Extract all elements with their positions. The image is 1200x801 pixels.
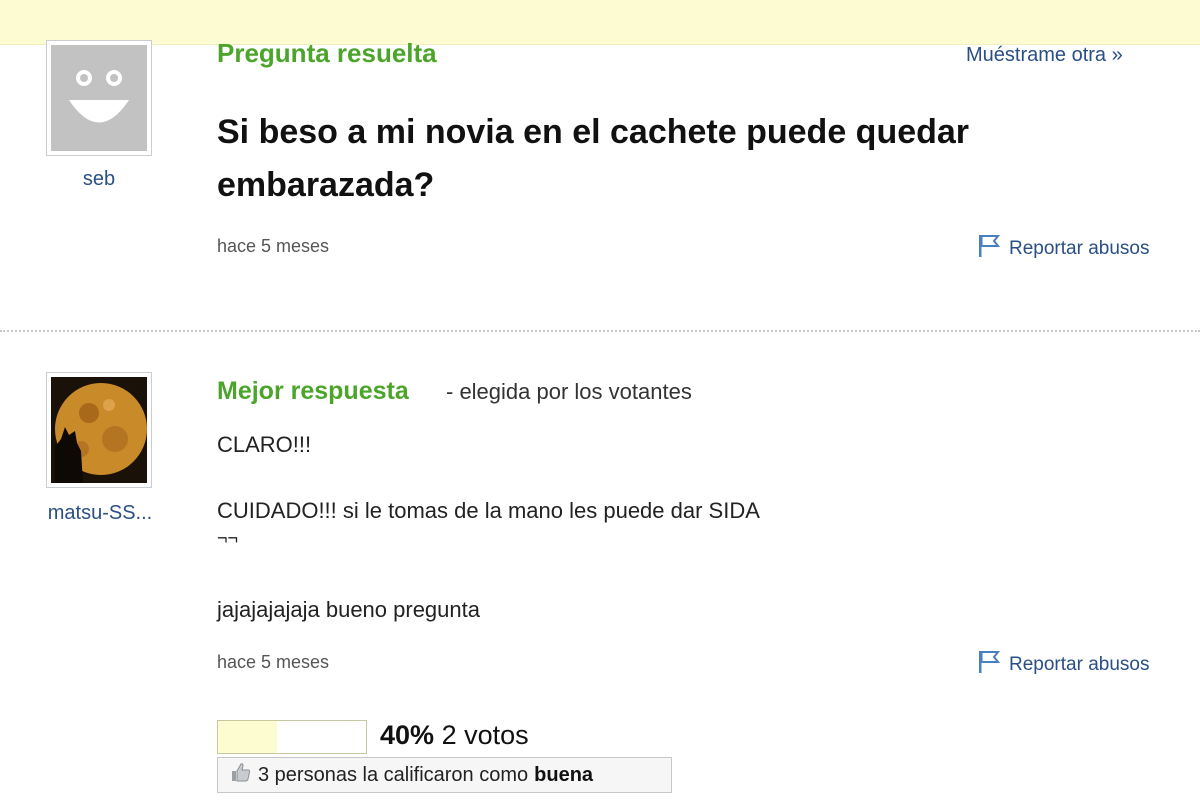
section-divider bbox=[0, 330, 1200, 332]
question-author-avatar[interactable] bbox=[46, 40, 152, 156]
question-report-link[interactable]: Reportar abusos bbox=[978, 234, 1149, 264]
rating-button[interactable]: 3 personas la calificaron como buena bbox=[217, 757, 672, 793]
top-banner bbox=[0, 0, 1200, 45]
answer-report-link[interactable]: Reportar abusos bbox=[978, 650, 1149, 680]
report-label: Reportar abusos bbox=[1009, 654, 1150, 675]
thumbs-up-icon bbox=[230, 761, 252, 789]
answer-line-4: jajajajajaja bueno pregunta bbox=[217, 597, 480, 622]
answer-line-3: ¬¬ bbox=[217, 528, 239, 548]
smiley-avatar-icon bbox=[51, 45, 147, 151]
rating-text: 3 personas la calificaron como bbox=[258, 763, 529, 786]
vote-summary: 40% 2 votos bbox=[380, 720, 529, 751]
vote-progress-bar bbox=[217, 720, 367, 754]
chosen-by-text: - elegida por los votantes bbox=[446, 379, 692, 404]
best-answer-label: Mejor respuesta bbox=[217, 377, 409, 405]
question-time: hace 5 meses bbox=[217, 236, 330, 256]
answer-author-avatar[interactable] bbox=[46, 372, 152, 488]
moon-wolf-avatar-icon bbox=[51, 377, 147, 483]
rating-word: buena bbox=[534, 763, 594, 786]
answer-author-name[interactable]: matsu-SS... bbox=[20, 502, 180, 525]
report-label: Reportar abusos bbox=[1009, 238, 1150, 259]
question-status: Pregunta resuelta bbox=[217, 38, 437, 68]
vote-count: 2 votos bbox=[441, 720, 529, 750]
answer-time: hace 5 meses bbox=[217, 652, 330, 672]
show-another-link[interactable]: Muéstrame otra » bbox=[966, 44, 1123, 67]
flag-icon bbox=[978, 650, 1001, 680]
vote-progress-fill bbox=[218, 721, 278, 753]
answer-line-1: CLARO!!! bbox=[217, 432, 312, 457]
vote-percent: 40% bbox=[380, 720, 435, 750]
flag-icon bbox=[978, 234, 1001, 264]
question-author-name[interactable]: seb bbox=[46, 168, 152, 191]
question-title: Si beso a mi novia en el cachete puede q… bbox=[217, 113, 970, 204]
answer-line-2: CUIDADO!!! si le tomas de la mano les pu… bbox=[217, 498, 760, 523]
